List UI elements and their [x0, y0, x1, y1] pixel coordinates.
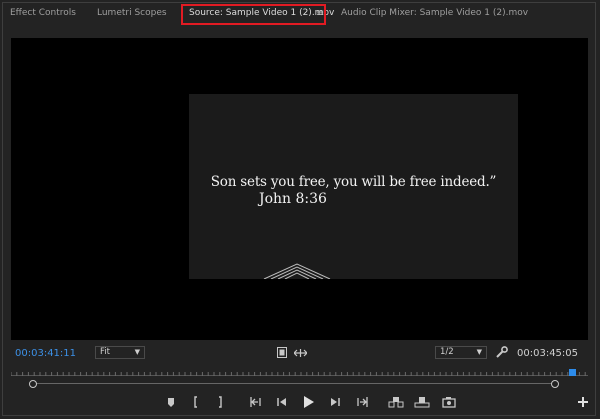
- video-caption-line1: Son sets you free, you will be free inde…: [210, 174, 497, 190]
- zoom-scroll-track[interactable]: [33, 383, 555, 384]
- step-back-icon[interactable]: [274, 394, 290, 410]
- panel-tab-bar: Effect Controls Lumetri Scopes Source: S…: [0, 0, 600, 30]
- mark-in-icon[interactable]: [188, 394, 204, 410]
- time-ruler[interactable]: [11, 368, 588, 376]
- highlight-box: [181, 4, 326, 25]
- zoom-level-select[interactable]: Fit ▼: [95, 346, 145, 359]
- zoom-level-value: Fit: [100, 347, 110, 357]
- transport-controls: [0, 394, 600, 412]
- tab-effect-controls[interactable]: Effect Controls: [10, 8, 76, 18]
- insert-clip-icon[interactable]: [388, 394, 404, 410]
- program-viewer[interactable]: Son sets you free, you will be free inde…: [11, 38, 588, 340]
- wrench-icon[interactable]: [496, 346, 508, 358]
- current-timecode[interactable]: 00:03:41:11: [15, 348, 76, 359]
- scroll-handle-left[interactable]: [29, 380, 37, 388]
- chevron-down-icon: ▼: [476, 348, 482, 356]
- playhead-marker[interactable]: [569, 369, 576, 376]
- mark-out-icon[interactable]: [212, 394, 228, 410]
- plus-icon[interactable]: [575, 394, 591, 410]
- video-caption-line2: John 8:36: [259, 191, 327, 207]
- play-icon[interactable]: [300, 394, 316, 410]
- tab-lumetri-scopes[interactable]: Lumetri Scopes: [97, 8, 167, 18]
- scroll-handle-right[interactable]: [551, 380, 559, 388]
- playback-resolution-select[interactable]: 1/2 ▼: [435, 346, 487, 359]
- diamond-logo-icon: [263, 263, 331, 279]
- resolution-value: 1/2: [440, 347, 454, 357]
- overwrite-clip-icon[interactable]: [414, 394, 430, 410]
- insert-icon[interactable]: [294, 349, 307, 357]
- step-forward-icon[interactable]: [327, 394, 343, 410]
- go-to-out-icon[interactable]: [354, 394, 370, 410]
- tab-audio-clip-mixer[interactable]: Audio Clip Mixer: Sample Video 1 (2).mov: [341, 8, 528, 18]
- chevron-down-icon: ▼: [134, 348, 140, 356]
- camera-icon[interactable]: [441, 394, 457, 410]
- duration-timecode: 00:03:45:05: [517, 348, 579, 359]
- add-marker-icon[interactable]: [163, 394, 179, 410]
- film-strip-icon[interactable]: [277, 347, 287, 358]
- video-frame: Son sets you free, you will be free inde…: [189, 94, 518, 279]
- go-to-in-icon[interactable]: [248, 394, 264, 410]
